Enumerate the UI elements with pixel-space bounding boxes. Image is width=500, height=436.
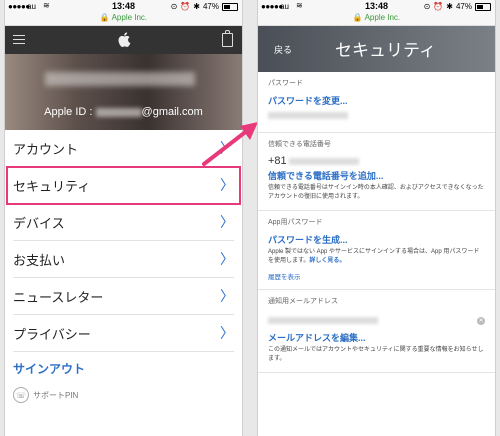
page-title: セキュリティ xyxy=(335,41,436,60)
chevron-right-icon: 〉 xyxy=(220,325,234,341)
generate-password-link[interactable]: パスワードを生成... xyxy=(268,233,485,246)
apple-logo-icon[interactable] xyxy=(117,32,130,47)
menu-item-newsletter[interactable]: ニュースレター 〉 xyxy=(13,278,234,315)
menu-item-label: デバイス xyxy=(13,215,65,231)
section-label: 通知用メールアドレス xyxy=(268,298,338,305)
battery-percent: 47% xyxy=(455,2,472,11)
trusted-phone-number: +81 xyxy=(268,155,485,167)
battery-icon xyxy=(222,2,238,11)
email-row: ✕ xyxy=(268,312,485,329)
masked-value xyxy=(268,317,378,324)
chevron-right-icon: 〉 xyxy=(220,214,234,230)
chevron-right-icon: 〉 xyxy=(220,251,234,267)
shopping-bag-icon[interactable] xyxy=(222,30,233,47)
app-header xyxy=(5,26,242,54)
clear-icon[interactable]: ✕ xyxy=(477,316,485,325)
change-password-link[interactable]: パスワードを変更... xyxy=(268,94,485,107)
chevron-right-icon: 〉 xyxy=(220,288,234,304)
left-phone-screen: ●●●●● au ≋ 13:48 ⊙ ⏰ ✱ 47% 🔒 Apple Inc. … xyxy=(5,0,242,436)
app-password-section: App用パスワード パスワードを生成... Apple 製ではない App やサ… xyxy=(258,211,495,290)
menu-item-label: ニュースレター xyxy=(13,289,104,305)
edit-email-link[interactable]: メールアドレスを編集... xyxy=(268,331,485,344)
status-bar: ●●●●● au ≋ 13:48 ⊙ ⏰ ✱ 47% xyxy=(258,0,495,13)
support-pin-link[interactable]: ☏ サポートPIN xyxy=(5,385,242,405)
blurred-name xyxy=(45,72,195,86)
menu-item-label: セキュリティ xyxy=(13,178,91,194)
menu-item-label: アカウント xyxy=(13,141,79,157)
phone-icon: ☏ xyxy=(13,387,29,403)
apple-id-label: Apple ID : xyxy=(44,106,93,118)
notification-email-section: 通知用メールアドレス ✕ メールアドレスを編集... この通知メールではアカウン… xyxy=(258,290,495,373)
url-bar[interactable]: 🔒 Apple Inc. xyxy=(5,13,242,26)
menu-item-privacy[interactable]: プライバシー 〉 xyxy=(13,315,234,352)
phone-prefix: +81 xyxy=(268,155,287,167)
url-bar[interactable]: 🔒 Apple Inc. xyxy=(258,13,495,26)
section-label: パスワード xyxy=(268,80,303,87)
bluetooth-icon: ✱ xyxy=(446,2,453,11)
masked-value xyxy=(268,112,348,119)
battery-percent: 47% xyxy=(202,2,219,11)
section-note: Apple 製ではない App やサービスにサインインする場合は、App 用パス… xyxy=(268,248,485,266)
masked-value xyxy=(288,157,359,165)
menu-item-label: お支払い xyxy=(13,252,66,268)
section-note: この通知メールではアカウントやセキュリティに関する重要な情報をお知らせします。 xyxy=(268,347,484,362)
blurred-email xyxy=(95,107,142,117)
menu-icon[interactable] xyxy=(13,35,25,47)
apple-id-line: Apple ID : @gmail.com xyxy=(5,106,242,118)
battery-icon xyxy=(475,2,491,11)
note-text: Apple 製ではない App やサービスにサインインする場合は、App 用パス… xyxy=(268,249,480,264)
menu-item-security[interactable]: セキュリティ 〉 xyxy=(6,166,241,205)
menu-item-payment[interactable]: お支払い 〉 xyxy=(13,241,234,278)
url-text: Apple Inc. xyxy=(364,13,401,22)
status-bar: ●●●●● au ≋ 13:48 ⊙ ⏰ ✱ 47% xyxy=(5,0,242,13)
section-label: 信頼できる電話番号 xyxy=(268,141,331,148)
support-pin-label: サポートPIN xyxy=(33,390,79,400)
learn-more-link[interactable]: 詳しく見る。 xyxy=(309,258,345,264)
security-header: 戻る セキュリティ xyxy=(258,26,495,72)
bluetooth-icon: ✱ xyxy=(193,2,200,11)
trusted-phone-section: 信頼できる電話番号 +81 信頼できる電話番号を追加... 信頼できる電話番号は… xyxy=(258,133,495,211)
lock-rotation-icon: ⊙ xyxy=(170,2,178,11)
menu-item-label: プライバシー xyxy=(13,326,91,342)
view-history-link[interactable]: 履歴を表示 xyxy=(268,271,485,281)
alarm-icon: ⏰ xyxy=(180,2,191,11)
sign-out-link[interactable]: サインアウト xyxy=(5,352,242,385)
password-section: パスワード パスワードを変更... xyxy=(258,72,495,133)
lock-rotation-icon: ⊙ xyxy=(423,2,431,11)
back-button[interactable]: 戻る xyxy=(274,43,292,56)
add-trusted-phone-link[interactable]: 信頼できる電話番号を追加... xyxy=(268,169,485,182)
chevron-right-icon: 〉 xyxy=(220,177,234,193)
apple-id-domain: @gmail.com xyxy=(141,106,203,118)
right-phone-screen: ●●●●● au ≋ 13:48 ⊙ ⏰ ✱ 47% 🔒 Apple Inc. … xyxy=(258,0,495,436)
pointer-arrow-annotation xyxy=(202,122,258,166)
menu-item-devices[interactable]: デバイス 〉 xyxy=(13,204,234,241)
section-label: App用パスワード xyxy=(268,219,323,226)
alarm-icon: ⏰ xyxy=(433,2,444,11)
section-note: 信頼できる電話番号はサインイン時の本人確認、およびアクセスできなくなったアカウン… xyxy=(268,185,484,200)
url-text: Apple Inc. xyxy=(111,13,148,22)
